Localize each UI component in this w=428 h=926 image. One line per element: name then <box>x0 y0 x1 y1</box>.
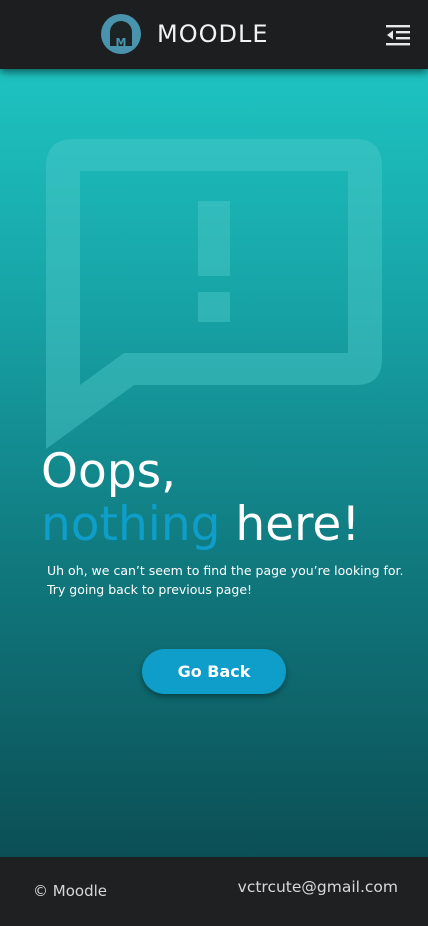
brand-link[interactable]: M MOODLE <box>100 13 269 55</box>
headline-highlight: nothing <box>41 497 221 552</box>
logo-letter: M <box>116 36 127 49</box>
contact-email[interactable]: vctrcute@gmail.com <box>238 878 398 896</box>
error-page-content: Oops, nothing here! Uh oh, we can’t seem… <box>0 69 428 857</box>
error-headline: Oops, nothing here! <box>41 445 421 551</box>
headline-rest: here! <box>235 497 361 552</box>
menu-collapse-icon[interactable] <box>384 22 412 48</box>
brand-name: MOODLE <box>157 20 269 48</box>
go-back-button[interactable]: Go Back <box>142 649 286 694</box>
headline-line-1: Oops, <box>41 444 177 499</box>
headline-line-2: nothing here! <box>41 499 421 551</box>
copyright-text: © Moodle <box>33 882 107 900</box>
alert-speech-bubble-icon <box>46 139 382 449</box>
error-description: Uh oh, we can’t seem to find the page yo… <box>47 561 407 599</box>
app-header: M MOODLE <box>0 0 428 69</box>
app-footer: © Moodle vctrcute@gmail.com <box>0 857 428 926</box>
moodle-logo-icon: M <box>101 14 141 54</box>
description-line-1: Uh oh, we can’t seem to find the page yo… <box>47 563 404 578</box>
description-line-2: Try going back to previous page! <box>47 582 253 597</box>
